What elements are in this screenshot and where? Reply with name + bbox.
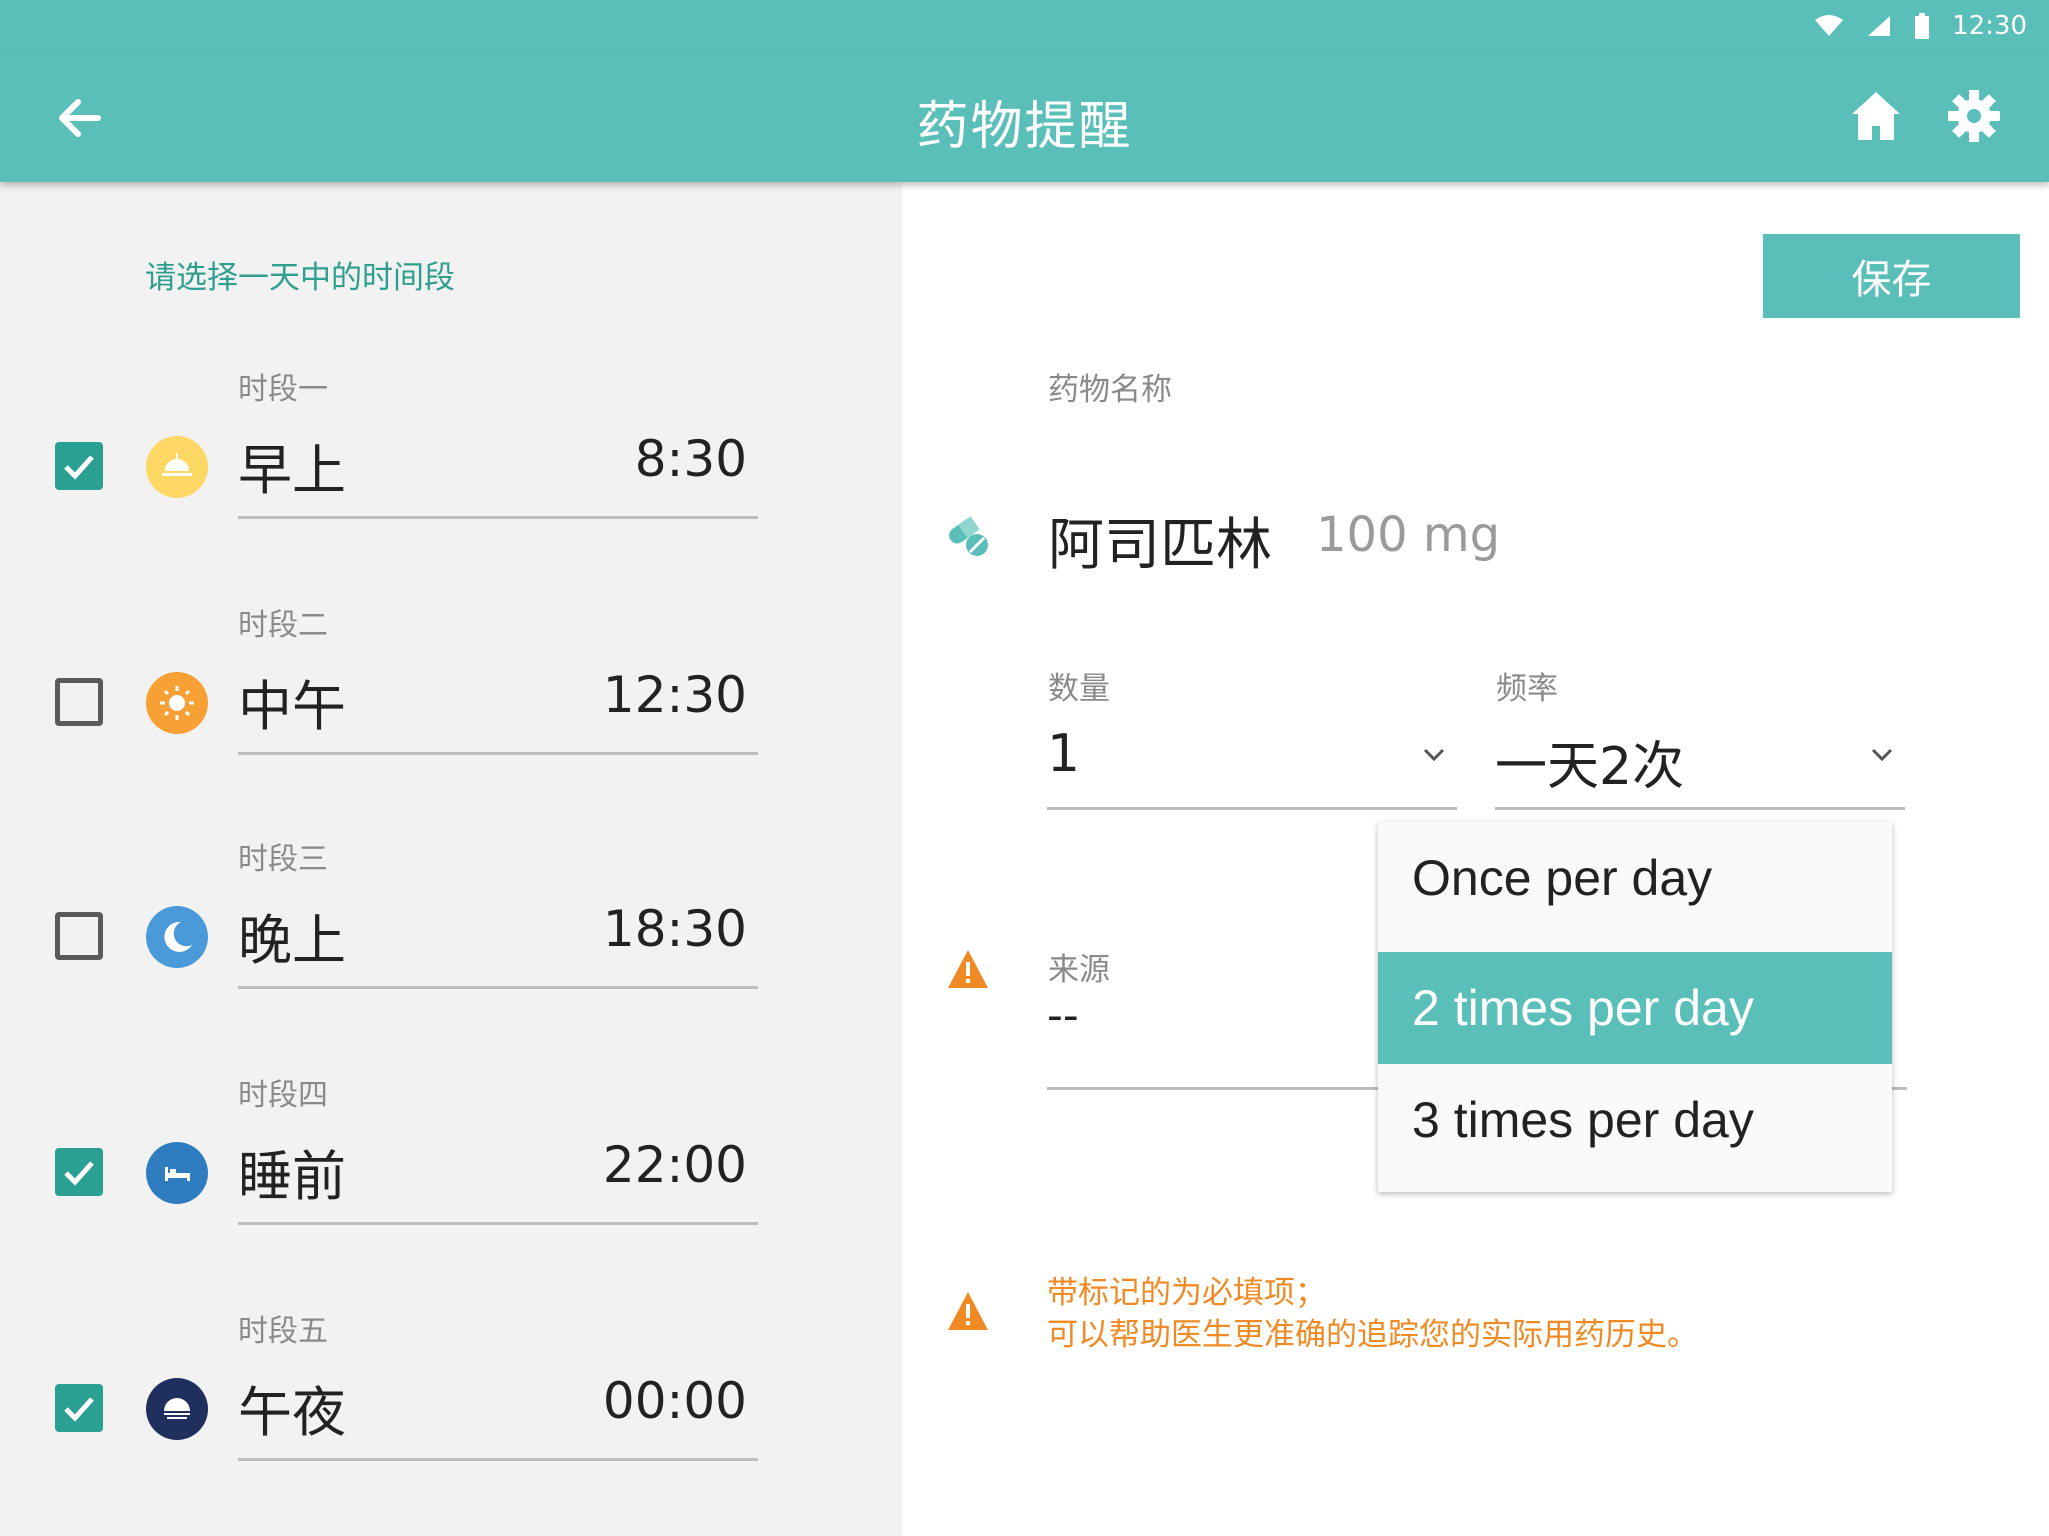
period-time[interactable]: 22:00 xyxy=(603,1136,747,1194)
slot-divider xyxy=(238,986,758,989)
slot-label: 时段一 xyxy=(238,372,328,407)
slot-divider xyxy=(238,1222,758,1225)
cell-signal-icon xyxy=(1868,16,1891,36)
gear-icon[interactable] xyxy=(1946,88,2002,144)
pill-icon xyxy=(949,516,988,556)
slot-checkbox[interactable] xyxy=(55,678,103,726)
slot-checkbox[interactable] xyxy=(55,912,103,960)
frequency-option[interactable]: 3 times per day xyxy=(1378,1064,1892,1176)
required-note-line2: 可以帮助医生更准确的追踪您的实际用药历史。 xyxy=(1047,1317,1698,1353)
home-icon[interactable] xyxy=(1848,88,1904,144)
panel-heading: 请选择一天中的时间段 xyxy=(145,260,455,296)
battery-icon xyxy=(1915,13,1930,39)
period-name: 晚上 xyxy=(238,909,346,972)
checkmark-icon xyxy=(64,1161,94,1186)
sunrise-icon xyxy=(146,436,208,498)
period-time[interactable]: 8:30 xyxy=(635,430,747,488)
required-note-line1: 带标记的为必填项； xyxy=(1047,1275,1326,1311)
checkmark-icon xyxy=(64,1397,94,1422)
source-value: -- xyxy=(1047,990,1079,1041)
period-name: 睡前 xyxy=(238,1145,346,1208)
quantity-underline xyxy=(1047,807,1457,810)
quantity-value: 1 xyxy=(1047,724,1081,784)
slot-label: 时段五 xyxy=(238,1314,328,1349)
drug-name-label: 药物名称 xyxy=(1048,372,1172,408)
moonrise-icon xyxy=(146,1378,208,1440)
status-bar: 12:30 xyxy=(0,0,2049,52)
slot-label: 时段二 xyxy=(238,608,328,643)
save-button[interactable]: 保存 xyxy=(1763,234,2020,318)
time-slot-1: 时段一 早上 8:30 xyxy=(0,364,902,564)
time-slot-4: 时段四 睡前 22:00 xyxy=(0,1070,902,1270)
moon-icon xyxy=(146,906,208,968)
slot-divider xyxy=(238,1458,758,1461)
required-note: 带标记的为必填项； 可以帮助医生更准确的追踪您的实际用药历史。 xyxy=(1047,1272,1698,1356)
period-time[interactable]: 00:00 xyxy=(603,1372,747,1430)
bed-icon xyxy=(146,1142,208,1204)
frequency-underline xyxy=(1495,807,1905,810)
app-bar: 药物提醒 xyxy=(0,52,2049,182)
source-label: 来源 xyxy=(1048,952,1110,988)
slot-divider xyxy=(238,516,758,519)
slot-label: 时段三 xyxy=(238,842,328,877)
checkmark-icon xyxy=(64,455,94,480)
chevron-down-icon xyxy=(1871,748,1893,762)
period-name: 午夜 xyxy=(238,1381,346,1444)
time-slot-panel: 请选择一天中的时间段 时段一 早上 8:30 时段二 中午 12:30 时段三 … xyxy=(0,182,902,1536)
warning-icon xyxy=(948,950,988,988)
time-slot-2: 时段二 中午 12:30 xyxy=(0,600,902,800)
period-time[interactable]: 12:30 xyxy=(603,666,747,724)
frequency-option[interactable]: Once per day xyxy=(1378,822,1892,934)
period-time[interactable]: 18:30 xyxy=(603,900,747,958)
time-slot-5: 时段五 午夜 00:00 xyxy=(0,1306,902,1506)
wifi-icon xyxy=(1815,15,1844,36)
slot-checkbox[interactable] xyxy=(55,1384,103,1432)
slot-checkbox[interactable] xyxy=(55,442,103,490)
frequency-dropdown: Once per day 2 times per day 3 times per… xyxy=(1378,822,1892,1192)
frequency-select[interactable]: 一天2次 xyxy=(1495,690,1905,810)
drug-name[interactable]: 阿司匹林 xyxy=(1048,500,1272,581)
status-time: 12:30 xyxy=(1952,11,2027,41)
sun-icon xyxy=(146,672,208,734)
page-title: 药物提醒 xyxy=(916,97,1133,157)
frequency-option-selected[interactable]: 2 times per day xyxy=(1378,952,1892,1064)
slot-divider xyxy=(238,752,758,755)
frequency-value: 一天2次 xyxy=(1495,737,1685,797)
period-name: 早上 xyxy=(238,439,346,502)
slot-checkbox[interactable] xyxy=(55,1148,103,1196)
drug-dose: 100 mg xyxy=(1316,507,1501,563)
slot-label: 时段四 xyxy=(238,1078,328,1113)
period-name: 中午 xyxy=(238,675,346,738)
time-slot-3: 时段三 晚上 18:30 xyxy=(0,834,902,1034)
warning-icon xyxy=(948,1292,988,1330)
chevron-down-icon xyxy=(1423,748,1445,762)
quantity-select[interactable]: 1 xyxy=(1047,690,1457,810)
